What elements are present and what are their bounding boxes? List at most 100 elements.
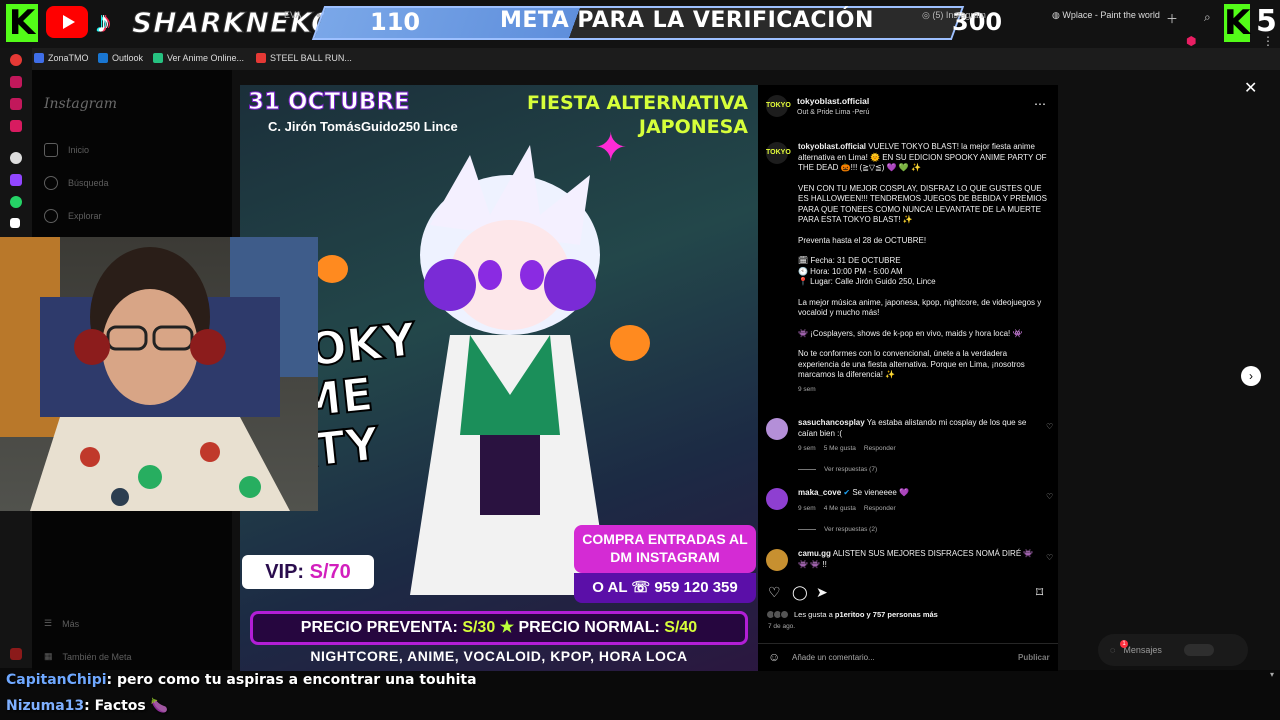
channel-name: SHARKNEKO: [132, 6, 336, 40]
conversation-avatars: [1183, 644, 1214, 656]
commenter-avatar[interactable]: [766, 418, 788, 440]
meta-icon: ▦: [44, 651, 53, 661]
comment-input[interactable]: Añade un comentario...: [792, 653, 875, 662]
view-replies-button[interactable]: Ver respuestas (7): [798, 466, 877, 473]
caption-paragraph: Preventa hasta el 28 de OCTUBRE!: [798, 235, 927, 245]
nav-busqueda[interactable]: Búsqueda: [44, 176, 109, 190]
nav-tambien-de-meta[interactable]: ▦ También de Meta: [44, 651, 132, 662]
commenter-avatar[interactable]: [766, 549, 788, 571]
liker-avatar: [780, 610, 789, 619]
share-icon[interactable]: ➤: [816, 584, 828, 601]
comment-meta: 9 sem 5 Me gusta Responder: [798, 445, 896, 452]
poster-date: 31 OCTUBRE: [248, 89, 411, 116]
kick-logo-icon: K: [6, 4, 38, 42]
reload-icon[interactable]: [10, 54, 22, 66]
caption-paragraph: 🗓 Fecha: 31 DE OCTUBRE 🕙 Hora: 10:00 PM …: [798, 256, 936, 286]
youtube-icon: [256, 53, 266, 63]
new-tab-button[interactable]: ＋: [1166, 10, 1178, 27]
reply-button[interactable]: Responder: [864, 445, 896, 452]
stream-overlay-bar: K ♪ SHARKNEKO EVA ● goo 110 META PARA LA…: [0, 0, 1280, 48]
view-replies-button[interactable]: Ver respuestas (2): [798, 526, 877, 533]
heart-icon[interactable]: ♡: [1046, 422, 1054, 431]
post-action-bar: ♡ ◯ ➤ ⌑: [766, 584, 1050, 602]
heart-icon[interactable]: ♡: [1046, 492, 1054, 501]
caption-avatar[interactable]: TOKYO: [766, 142, 791, 164]
bookmark-outlook[interactable]: Outlook: [98, 53, 143, 63]
more-options-icon[interactable]: ⋯: [1034, 97, 1046, 111]
bookmark-icon: [34, 53, 44, 63]
poster-genres: NIGHTCORE, ANIME, VOCALOID, KPOP, HORA L…: [310, 648, 688, 664]
commenter-username[interactable]: maka_cove: [798, 488, 841, 497]
messenger-icon: ◌: [1110, 645, 1116, 655]
compass-icon: [44, 209, 58, 223]
post-location[interactable]: Out & Pride Lima -Perú: [797, 109, 869, 116]
heart-icon[interactable]: ♡: [768, 584, 781, 601]
caption-username[interactable]: tokyoblast.official: [798, 142, 866, 151]
extension-icon[interactable]: ⬢: [1186, 34, 1196, 48]
account-avatar[interactable]: TOKYO: [766, 95, 791, 117]
bookmark-steel-ball-run[interactable]: STEEL BALL RUN...: [256, 53, 352, 63]
comment-like-count[interactable]: 5 Me gusta: [824, 445, 856, 452]
heart-icon[interactable]: ♡: [1046, 553, 1054, 562]
twitch-icon[interactable]: [10, 174, 22, 186]
kick-logo-icon: K: [1224, 3, 1251, 43]
commenter-avatar[interactable]: [766, 488, 788, 510]
divider: [798, 529, 816, 530]
menu-icon[interactable]: ⋮: [1262, 34, 1274, 48]
instagram-icon[interactable]: [10, 120, 22, 132]
commenter-username[interactable]: camu.gg: [798, 549, 831, 558]
pumpkin-icon: [610, 325, 650, 361]
chat-username: Nizuma13: [6, 698, 85, 714]
caption-paragraph: No te conformes con lo convencional, úne…: [798, 349, 1025, 379]
phone-banner: O AL ☏ 959 120 359: [574, 573, 756, 603]
messages-badge: 1: [1120, 640, 1128, 648]
comment-text: camu.gg ALISTEN SUS MEJORES DISFRACES NO…: [798, 549, 1034, 569]
chevron-right-icon[interactable]: ›: [1241, 366, 1261, 386]
instagram-logo[interactable]: Instagram: [44, 96, 117, 112]
caption-paragraph: 👾 ¡Cosplayers, shows de k-pop en vivo, m…: [798, 328, 1023, 338]
whatsapp-icon[interactable]: [10, 196, 22, 208]
account-username[interactable]: tokyoblast.official: [797, 96, 869, 106]
caption-time: 9 sem: [798, 385, 816, 393]
menu-icon: ☰: [44, 618, 53, 628]
messages-button[interactable]: ◌ 1 Mensajes: [1098, 634, 1248, 666]
bookmark-anime[interactable]: Ver Anime Online...: [153, 53, 244, 63]
add-comment-bar: ☺ Añade un comentario... Publicar: [758, 643, 1058, 671]
streamer-webcam-image: [0, 237, 318, 511]
openai-icon[interactable]: [10, 152, 22, 164]
poster-headline: FIESTA ALTERNATIVA JAPONESA: [526, 92, 748, 138]
publish-button[interactable]: Publicar: [1018, 653, 1050, 662]
opera-gx-icon[interactable]: [10, 648, 22, 660]
likes-summary[interactable]: Les gusta a p1eritoo y 757 personas más: [766, 610, 938, 619]
home-icon: [44, 143, 58, 157]
comment-meta: 9 sem 4 Me gusta Responder: [798, 505, 896, 512]
vip-price: VIP: S/70: [242, 555, 374, 589]
tab-fragment[interactable]: EVA: [284, 10, 301, 20]
nav-mas[interactable]: ☰ Más: [44, 618, 79, 629]
extension-icon[interactable]: [10, 76, 22, 88]
likes-text: Les gusta a p1eritoo y 757 personas más: [794, 610, 938, 619]
divider: [798, 469, 816, 470]
emoji-icon[interactable]: ☺: [768, 650, 780, 664]
globe-icon: ◍: [1052, 10, 1060, 20]
nav-inicio[interactable]: Inicio: [44, 143, 89, 157]
search-icon: [44, 176, 58, 190]
nav-explorar[interactable]: Explorar: [44, 209, 102, 223]
tab-wplace-active[interactable]: ◍ Wplace - Paint the world: [1052, 10, 1160, 21]
comment-icon[interactable]: ◯: [792, 584, 808, 601]
bookmark-icon[interactable]: ⌑: [1036, 584, 1043, 601]
scroll-down-arrow[interactable]: ▾: [1270, 670, 1274, 679]
post-details-panel: TOKYO tokyoblast.official Out & Pride Li…: [758, 85, 1058, 671]
search-icon[interactable]: ⌕: [1204, 10, 1211, 25]
reply-button[interactable]: Responder: [864, 505, 896, 512]
webcam-feed: [0, 237, 318, 511]
tab-instagram[interactable]: ◎ (5) Instagram: [922, 10, 986, 21]
commenter-username[interactable]: sasuchancosplay: [798, 418, 865, 427]
comment-like-count[interactable]: 4 Me gusta: [824, 505, 856, 512]
chat-icon[interactable]: [10, 98, 22, 110]
close-icon[interactable]: ✕: [1244, 78, 1257, 98]
bookmark-zonatmo[interactable]: ZonaTMO: [34, 53, 89, 63]
verified-badge-icon: ✔: [843, 488, 851, 497]
x-icon[interactable]: [10, 218, 20, 228]
post-date: 7 de ago.: [768, 623, 796, 630]
